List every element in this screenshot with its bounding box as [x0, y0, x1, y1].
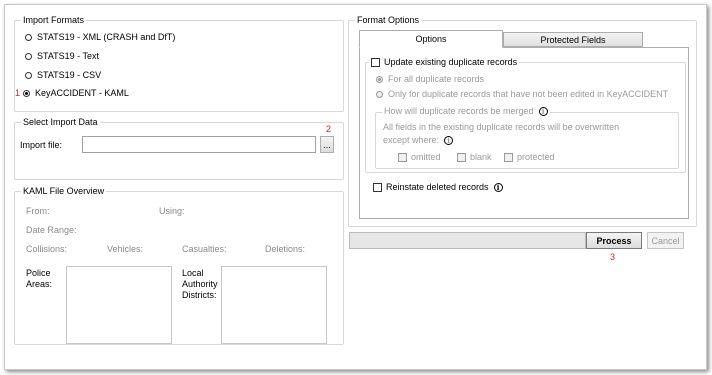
info-icon[interactable]: i — [444, 135, 454, 145]
merge-text-line-2: except where: i — [383, 135, 454, 145]
radio-label-only-unedited: Only for duplicate records that have not… — [388, 89, 669, 99]
update-duplicates-checkbox[interactable]: Update existing duplicate records — [369, 57, 520, 67]
reinstate-checkbox[interactable]: Reinstate deleted records i — [373, 182, 503, 192]
vehicles-label: Vehicles: — [107, 244, 144, 254]
annotation-marker-2: 2 — [326, 124, 332, 134]
radio-circle[interactable] — [25, 71, 32, 79]
import-formats-title: Import Formats — [21, 15, 87, 25]
police-areas-label: Police Areas: — [26, 268, 53, 289]
reinstate-label: Reinstate deleted records — [386, 182, 489, 192]
checkbox-box[interactable] — [398, 152, 407, 162]
casualties-label: Casualties: — [182, 244, 227, 254]
radio-label-stats19-xml: STATS19 - XML (CRASH and DfT) — [37, 32, 176, 42]
info-icon[interactable]: i — [493, 182, 503, 192]
blank-checkbox[interactable]: blank — [457, 152, 492, 162]
radio-stats19-xml[interactable]: STATS19 - XML (CRASH and DfT) — [25, 32, 175, 42]
date-range-label: Date Range: — [26, 225, 77, 235]
select-import-data-group: Select Import Data 2 Import file: ... — [14, 117, 344, 180]
merge-group: How will duplicate records be merged i A… — [375, 106, 679, 169]
using-label: Using: — [159, 206, 185, 216]
from-label: From: — [26, 206, 50, 216]
progress-bar — [349, 232, 586, 249]
annotation-marker-3: 3 — [610, 252, 616, 262]
checkbox-box[interactable] — [373, 182, 382, 192]
local-authority-label: Local Authority Districts: — [182, 268, 218, 300]
import-formats-group: Import Formats STATS19 - XML (CRASH and … — [14, 15, 344, 112]
browse-button[interactable]: ... — [320, 136, 334, 153]
deletions-label: Deletions: — [265, 244, 306, 254]
radio-all-duplicates[interactable]: For all duplicate records — [376, 74, 484, 84]
radio-label-stats19-text: STATS19 - Text — [37, 51, 100, 61]
merge-title-text: How will duplicate records be merged — [384, 106, 534, 116]
dialog-window: Import Formats STATS19 - XML (CRASH and … — [4, 4, 707, 370]
radio-keyaccident-kaml[interactable]: 1 KeyACCIDENT - KAML — [15, 88, 129, 98]
process-button[interactable]: Process — [586, 232, 642, 249]
radio-circle-selected[interactable] — [376, 75, 383, 83]
import-file-input[interactable] — [82, 136, 316, 153]
info-icon[interactable]: i — [538, 106, 548, 116]
format-options-group: Format Options Options Protected Fields … — [348, 15, 697, 227]
collisions-label: Collisions: — [26, 244, 68, 254]
import-file-label: Import file: — [20, 140, 63, 150]
checkbox-box[interactable] — [457, 152, 466, 162]
police-areas-list[interactable] — [66, 266, 172, 344]
radio-stats19-csv[interactable]: STATS19 - CSV — [25, 70, 101, 80]
annotation-marker-1: 1 — [15, 88, 21, 98]
merge-text-line-1: All fields in the existing duplicate rec… — [383, 122, 620, 132]
update-duplicates-label: Update existing duplicate records — [384, 57, 518, 67]
checkbox-box[interactable] — [371, 57, 380, 67]
cancel-button[interactable]: Cancel — [647, 232, 684, 249]
kaml-overview-title: KAML File Overview — [21, 186, 107, 196]
radio-label-all-duplicates: For all duplicate records — [388, 74, 485, 84]
protected-label: protected — [517, 152, 555, 162]
radio-label-stats19-csv: STATS19 - CSV — [37, 70, 102, 80]
local-authority-list[interactable] — [221, 266, 327, 344]
merge-except-label: except where: — [383, 135, 440, 145]
update-duplicates-group: Update existing duplicate records For al… — [365, 57, 686, 173]
omitted-label: omitted — [411, 152, 441, 162]
radio-circle-selected[interactable] — [23, 89, 31, 97]
omitted-checkbox[interactable]: omitted — [398, 152, 441, 162]
radio-stats19-text[interactable]: STATS19 - Text — [25, 51, 99, 61]
radio-label-keyaccident-kaml: KeyACCIDENT - KAML — [35, 88, 129, 98]
tab-options[interactable]: Options — [359, 30, 503, 48]
kaml-overview-group: KAML File Overview From: Using: Date Ran… — [14, 186, 344, 345]
radio-circle[interactable] — [25, 52, 32, 60]
radio-circle[interactable] — [376, 90, 383, 98]
format-options-title: Format Options — [355, 15, 422, 25]
checkbox-box[interactable] — [504, 152, 513, 162]
select-import-data-title: Select Import Data — [21, 117, 100, 127]
radio-circle[interactable] — [25, 33, 32, 41]
tab-protected-fields[interactable]: Protected Fields — [503, 32, 643, 47]
merge-title: How will duplicate records be merged i — [382, 106, 550, 116]
radio-only-unedited[interactable]: Only for duplicate records that have not… — [376, 89, 668, 99]
options-tab-panel: Update existing duplicate records For al… — [359, 47, 689, 219]
blank-label: blank — [470, 152, 492, 162]
protected-checkbox[interactable]: protected — [504, 152, 555, 162]
